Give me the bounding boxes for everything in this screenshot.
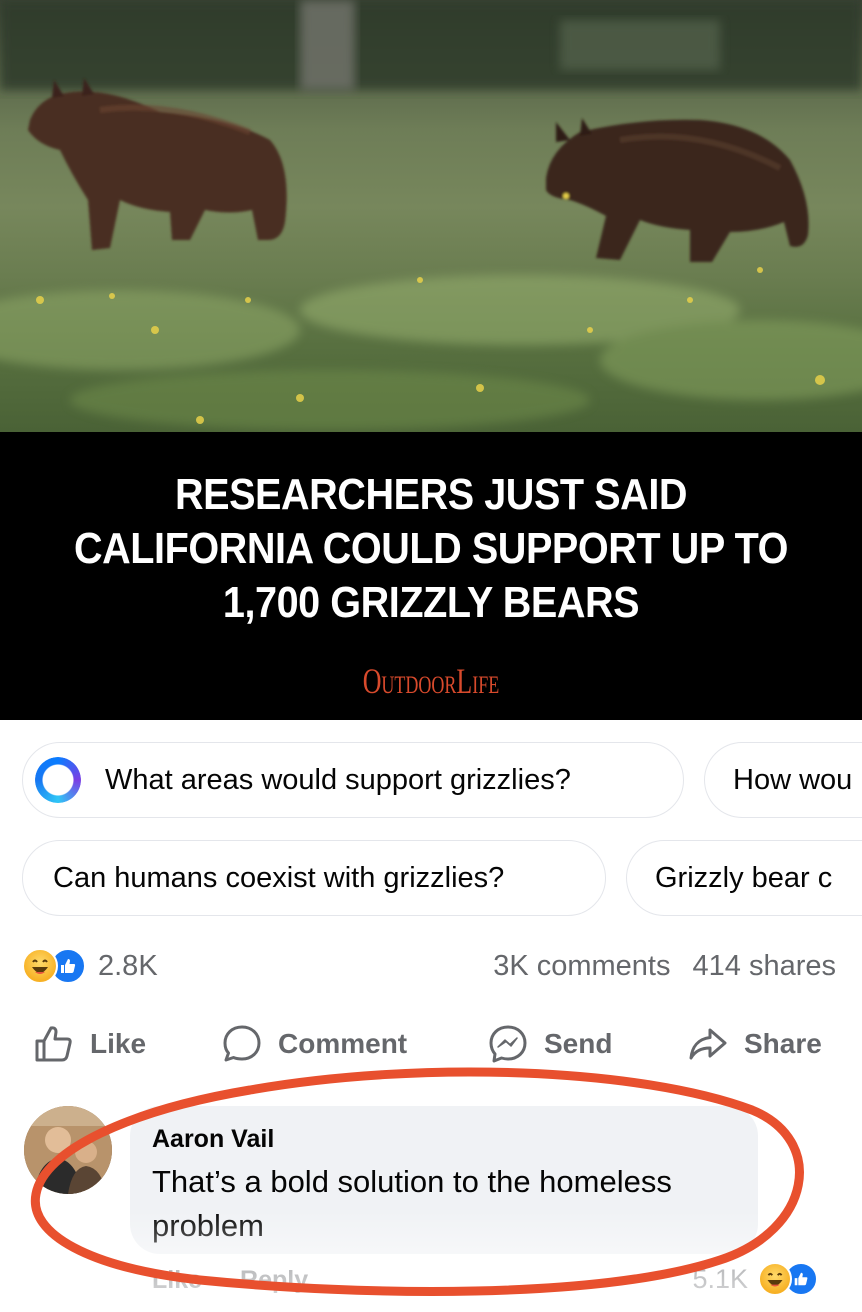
like-button[interactable]: Like (32, 1016, 146, 1072)
share-label: Share (744, 1028, 822, 1059)
shares-count[interactable]: 414 shares (693, 950, 837, 983)
post-photo[interactable] (0, 0, 862, 432)
headline-band[interactable]: RESEARCHERS JUST SAID CALIFORNIA COULD S… (0, 432, 862, 720)
engagement-counts: 3K comments 414 shares (493, 946, 836, 986)
suggestion-label: What areas would support grizzlies? (105, 763, 571, 796)
post-action-bar: Like Comment Send Share (0, 1016, 862, 1072)
reaction-count: 2.8K (98, 949, 158, 982)
suggestion-chip-coexist[interactable]: Can humans coexist with grizzlies? (22, 840, 606, 916)
bear-right (546, 118, 809, 262)
profile-photo (24, 1106, 112, 1194)
comment-actions: Like Reply (152, 1266, 308, 1295)
haha-reaction-icon (22, 948, 58, 984)
comment-label: Comment (278, 1028, 408, 1059)
suggestion-label: Grizzly bear c (655, 861, 833, 894)
article-headline: RESEARCHERS JUST SAID CALIFORNIA COULD S… (73, 470, 788, 627)
suggestion-chip-areas[interactable]: What areas would support grizzlies? (22, 742, 684, 818)
comment-reaction-summary[interactable]: 5.1K (692, 1262, 818, 1296)
comment-bubble-icon (223, 1025, 261, 1062)
comment-reaction-count: 5.1K (692, 1263, 748, 1294)
send-button[interactable]: Send (486, 1016, 612, 1072)
commenter-avatar[interactable] (24, 1106, 112, 1194)
grizzly-bears-illustration (0, 0, 862, 430)
publisher-logo: OUTDOORLIFE (362, 661, 500, 701)
comments-count[interactable]: 3K comments (493, 950, 670, 983)
suggestion-chip-grizzly-bear[interactable]: Grizzly bear c (626, 840, 862, 916)
like-label: Like (90, 1028, 147, 1059)
comment-like-link[interactable]: Like (152, 1266, 202, 1295)
send-label: Send (544, 1028, 613, 1059)
comment-author[interactable]: Aaron Vail (152, 1124, 736, 1154)
suggestion-label: How wou (733, 763, 853, 796)
comment-reply-link[interactable]: Reply (240, 1266, 308, 1295)
bear-left (28, 78, 287, 250)
suggestion-chip-how[interactable]: How wou (704, 742, 862, 818)
comment-bubble[interactable]: Aaron Vail That’s a bold solution to the… (130, 1106, 758, 1254)
share-button[interactable]: Share (686, 1016, 822, 1072)
reaction-summary[interactable]: 2.8K (22, 946, 158, 986)
suggestion-label: Can humans coexist with grizzlies? (53, 861, 505, 894)
thumbs-up-icon (35, 1026, 72, 1062)
meta-ai-ring-icon (35, 757, 81, 803)
share-arrow-icon (689, 1028, 727, 1060)
haha-reaction-icon (758, 1262, 792, 1296)
comment-text: That’s a bold solution to the homeless p… (152, 1164, 672, 1243)
comment-button[interactable]: Comment (220, 1016, 407, 1072)
messenger-icon (489, 1025, 527, 1063)
